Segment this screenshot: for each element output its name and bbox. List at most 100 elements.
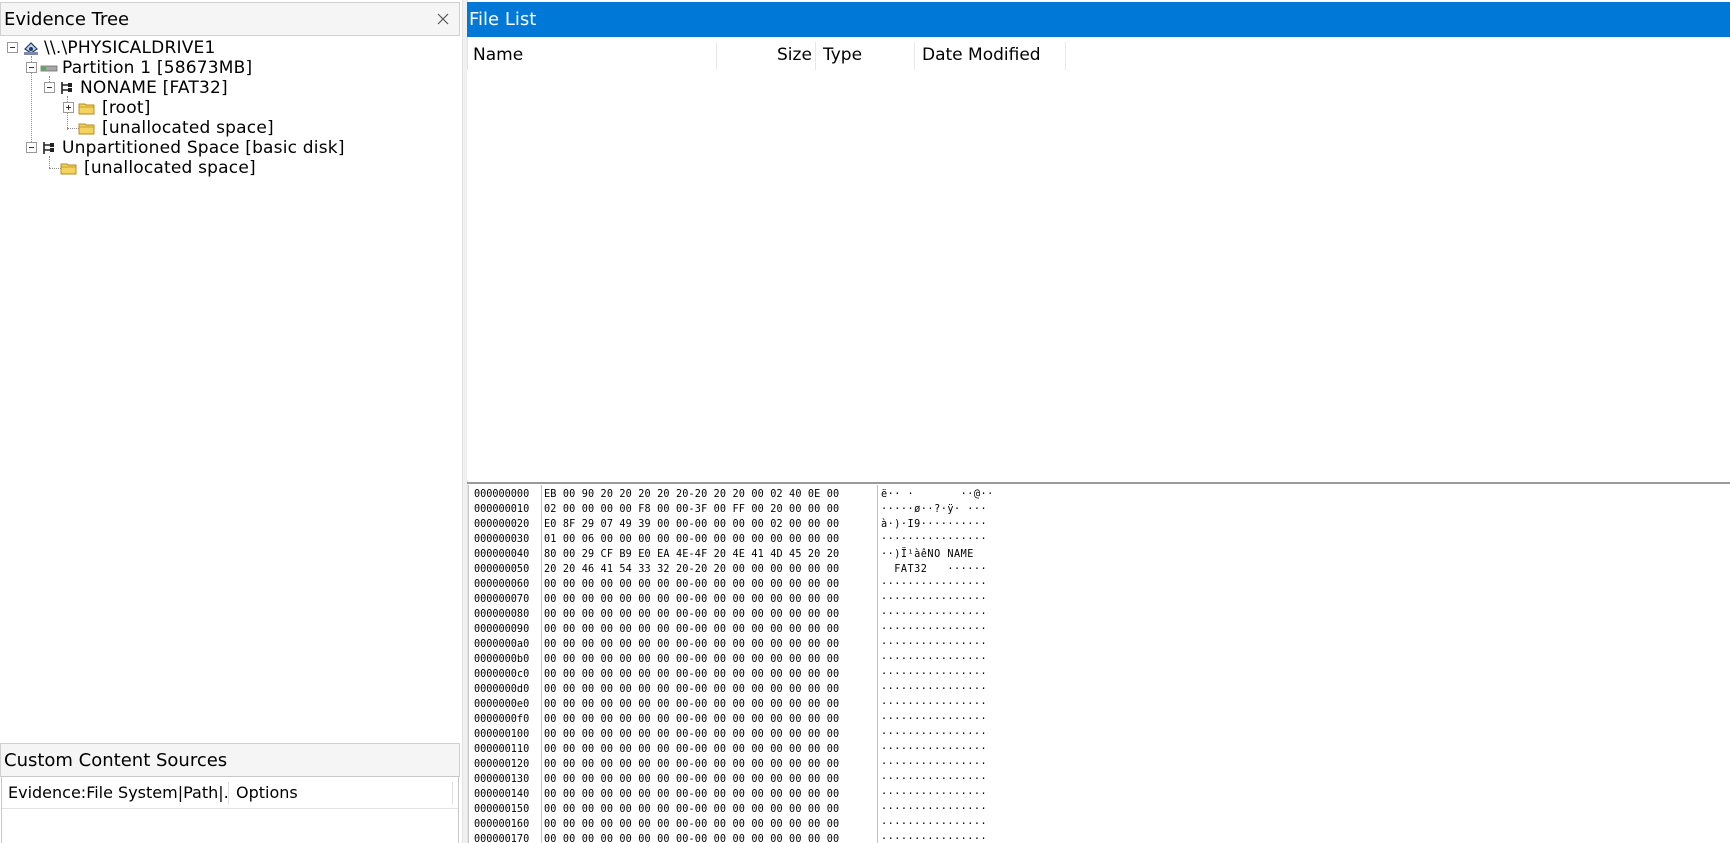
close-icon[interactable] xyxy=(435,11,451,27)
hex-ascii[interactable]: ················ xyxy=(881,787,987,802)
hex-ascii[interactable]: FAT32 ······ xyxy=(881,562,987,577)
custom-content-title: Custom Content Sources xyxy=(4,750,228,771)
filesystem-icon xyxy=(43,142,54,154)
evidence-tree-title: Evidence Tree xyxy=(4,9,130,30)
hex-bytes[interactable]: 00 00 00 00 00 00 00 00-00 00 00 00 00 0… xyxy=(544,832,839,843)
hex-bytes[interactable]: 00 00 00 00 00 00 00 00-00 00 00 00 00 0… xyxy=(544,682,839,697)
tree-node-unallocated[interactable]: [unallocated space] xyxy=(0,118,460,138)
tree-node-unallocated[interactable]: [unallocated space] xyxy=(0,158,460,178)
hex-offset: 000000100 xyxy=(474,729,530,740)
hex-bytes[interactable]: 00 00 00 00 00 00 00 00-00 00 00 00 00 0… xyxy=(544,577,839,592)
column-header-name[interactable]: Name xyxy=(473,40,523,70)
hex-ascii[interactable]: ················ xyxy=(881,682,987,697)
hex-bytes[interactable]: 00 00 00 00 00 00 00 00-00 00 00 00 00 0… xyxy=(544,817,839,832)
column-header-evidence-path[interactable]: Evidence:File System|Path|... xyxy=(8,778,228,808)
hex-ascii[interactable]: ················ xyxy=(881,592,987,607)
hex-bytes[interactable]: 02 00 00 00 00 F8 00 00-3F 00 FF 00 20 0… xyxy=(544,502,839,517)
tree-node-partition[interactable]: Partition 1 [58673MB] xyxy=(0,58,460,78)
hex-ascii[interactable]: ë·· · ··@·· xyxy=(881,487,994,502)
hex-ascii[interactable]: ················ xyxy=(881,772,987,787)
hex-offset: 000000070 xyxy=(474,594,530,605)
hex-bytes[interactable]: 00 00 00 00 00 00 00 00-00 00 00 00 00 0… xyxy=(544,637,839,652)
hex-bytes[interactable]: 00 00 00 00 00 00 00 00-00 00 00 00 00 0… xyxy=(544,772,839,787)
tree-node-unpartitioned[interactable]: Unpartitioned Space [basic disk] xyxy=(0,138,460,158)
hex-column-separator xyxy=(541,485,542,843)
hex-ascii[interactable]: ················ xyxy=(881,757,987,772)
collapse-icon[interactable] xyxy=(26,62,37,73)
file-list-body[interactable] xyxy=(467,70,1730,480)
hex-bytes[interactable]: EB 00 90 20 20 20 20 20-20 20 20 00 02 4… xyxy=(544,487,839,502)
hex-offset: 000000010 xyxy=(474,504,530,515)
hex-bytes[interactable]: 00 00 00 00 00 00 00 00-00 00 00 00 00 0… xyxy=(544,712,839,727)
hex-bytes[interactable]: 80 00 29 CF B9 E0 EA 4E-4F 20 4E 41 4D 4… xyxy=(544,547,839,562)
tree-node-physicaldrive[interactable]: \\.\PHYSICALDRIVE1 xyxy=(0,38,460,58)
hex-bytes[interactable]: 00 00 00 00 00 00 00 00-00 00 00 00 00 0… xyxy=(544,727,839,742)
hex-ascii[interactable]: ················ xyxy=(881,712,987,727)
column-separator xyxy=(1065,42,1066,70)
hex-ascii[interactable]: ················ xyxy=(881,637,987,652)
column-separator xyxy=(914,42,915,70)
hex-bytes[interactable]: 01 00 06 00 00 00 00 00-00 00 00 00 00 0… xyxy=(544,532,839,547)
hex-offset: 000000130 xyxy=(474,774,530,785)
collapse-icon[interactable] xyxy=(26,142,37,153)
hex-ascii[interactable]: ················ xyxy=(881,532,987,547)
partition-icon xyxy=(40,65,58,72)
column-header-date-modified[interactable]: Date Modified xyxy=(922,40,1041,70)
hex-bytes[interactable]: 00 00 00 00 00 00 00 00-00 00 00 00 00 0… xyxy=(544,667,839,682)
hex-bytes[interactable]: 00 00 00 00 00 00 00 00-00 00 00 00 00 0… xyxy=(544,697,839,712)
collapse-icon[interactable] xyxy=(7,42,18,53)
hex-ascii[interactable]: ················ xyxy=(881,832,987,843)
evidence-tree: \\.\PHYSICALDRIVE1 Partition 1 [58673MB]… xyxy=(0,38,460,738)
hex-ascii[interactable]: ················ xyxy=(881,607,987,622)
hex-ascii[interactable]: ················ xyxy=(881,577,987,592)
hex-offset: 000000030 xyxy=(474,534,530,545)
hex-offset: 000000040 xyxy=(474,549,530,560)
hex-offset: 000000090 xyxy=(474,624,530,635)
hex-viewer[interactable]: 000000000 EB 00 90 20 20 20 20 20-20 20 2… xyxy=(468,485,1730,843)
tree-node-filesystem[interactable]: NONAME [FAT32] xyxy=(0,78,460,98)
hex-ascii[interactable]: ················ xyxy=(881,622,987,637)
folder-icon xyxy=(60,163,77,175)
hex-offset: 000000080 xyxy=(474,609,530,620)
custom-content-header: Custom Content Sources xyxy=(0,743,460,777)
hex-ascii[interactable]: ················ xyxy=(881,697,987,712)
hex-view-splitter[interactable] xyxy=(467,482,1730,484)
folder-icon xyxy=(78,103,95,115)
hex-bytes[interactable]: 00 00 00 00 00 00 00 00-00 00 00 00 00 0… xyxy=(544,802,839,817)
collapse-icon[interactable] xyxy=(44,82,55,93)
tree-node-label: [root] xyxy=(102,98,151,118)
hex-bytes[interactable]: 20 20 46 41 54 33 32 20-20 20 00 00 00 0… xyxy=(544,562,839,577)
hex-column-separator xyxy=(877,485,878,843)
hex-bytes[interactable]: E0 8F 29 07 49 39 00 00-00 00 00 00 02 0… xyxy=(544,517,839,532)
hex-ascii[interactable]: à·)·I9·········· xyxy=(881,517,987,532)
hex-bytes[interactable]: 00 00 00 00 00 00 00 00-00 00 00 00 00 0… xyxy=(544,607,839,622)
column-header-type[interactable]: Type xyxy=(823,40,862,70)
hex-bytes[interactable]: 00 00 00 00 00 00 00 00-00 00 00 00 00 0… xyxy=(544,757,839,772)
tree-node-label: [unallocated space] xyxy=(102,118,274,138)
hex-ascii[interactable]: ················ xyxy=(881,742,987,757)
evidence-tree-header: Evidence Tree xyxy=(0,2,460,36)
hex-ascii[interactable]: ·····ø··?·ÿ· ··· xyxy=(881,502,987,517)
hex-ascii[interactable]: ················ xyxy=(881,802,987,817)
column-header-size[interactable]: Size xyxy=(777,40,812,70)
hex-ascii[interactable]: ················ xyxy=(881,727,987,742)
hex-ascii[interactable]: ··)Ï¹àêNO NAME xyxy=(881,547,987,562)
hex-bytes[interactable]: 00 00 00 00 00 00 00 00-00 00 00 00 00 0… xyxy=(544,787,839,802)
expand-icon[interactable] xyxy=(63,102,74,113)
tree-node-label: \\.\PHYSICALDRIVE1 xyxy=(44,38,216,58)
tree-node-label: Partition 1 [58673MB] xyxy=(62,58,253,78)
custom-content-columns: Evidence:File System|Path|... Options xyxy=(2,778,458,809)
hex-bytes[interactable]: 00 00 00 00 00 00 00 00-00 00 00 00 00 0… xyxy=(544,742,839,757)
column-separator xyxy=(815,42,816,70)
hex-ascii[interactable]: ················ xyxy=(881,652,987,667)
hex-ascii[interactable]: ················ xyxy=(881,667,987,682)
hex-offset: 000000120 xyxy=(474,759,530,770)
column-header-options[interactable]: Options xyxy=(236,778,298,808)
tree-node-root[interactable]: [root] xyxy=(0,98,460,118)
hex-offset: 000000060 xyxy=(474,579,530,590)
hex-bytes[interactable]: 00 00 00 00 00 00 00 00-00 00 00 00 00 0… xyxy=(544,622,839,637)
hex-bytes[interactable]: 00 00 00 00 00 00 00 00-00 00 00 00 00 0… xyxy=(544,592,839,607)
hex-ascii[interactable]: ················ xyxy=(881,817,987,832)
hex-bytes[interactable]: 00 00 00 00 00 00 00 00-00 00 00 00 00 0… xyxy=(544,652,839,667)
column-separator xyxy=(452,782,453,804)
